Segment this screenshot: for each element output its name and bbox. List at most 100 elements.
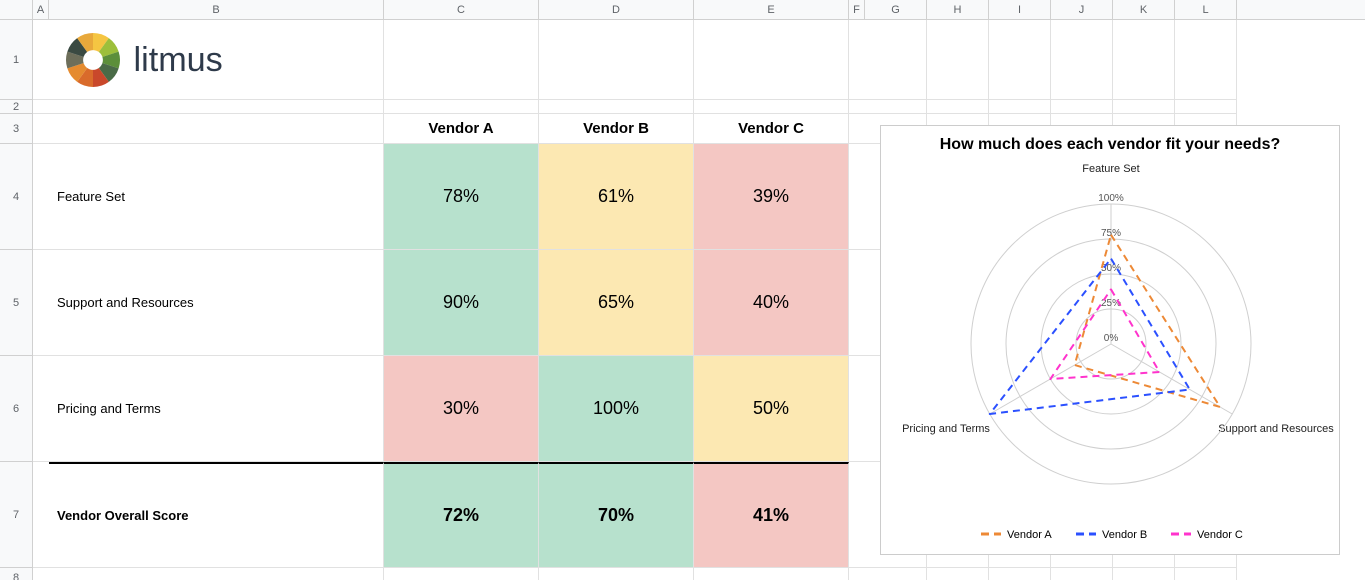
cell-l2[interactable]	[1175, 100, 1237, 114]
overall-a[interactable]: 72%	[384, 462, 539, 568]
feature-set-a[interactable]: 78%	[384, 144, 539, 250]
col-header-e[interactable]: E	[694, 0, 849, 19]
support-a[interactable]: 90%	[384, 250, 539, 356]
pricing-c[interactable]: 50%	[694, 356, 849, 462]
legend-c: Vendor C	[1197, 529, 1243, 541]
col-header-c[interactable]: C	[384, 0, 539, 19]
legend-a: Vendor A	[1007, 529, 1052, 541]
cell-b1-logo[interactable]: litmus	[49, 20, 384, 100]
overall-c[interactable]: 41%	[694, 462, 849, 568]
cell-a4[interactable]	[33, 144, 50, 250]
cell-h2[interactable]	[927, 100, 989, 114]
axis-left-label: Pricing and Terms	[902, 423, 990, 435]
cell-b3[interactable]	[49, 114, 384, 144]
cell-b2[interactable]	[49, 100, 384, 114]
cell-k2[interactable]	[1113, 100, 1175, 114]
cell-k1[interactable]	[1113, 20, 1175, 100]
row-headers: 1 2 3 4 5 6 7 8	[0, 20, 33, 580]
svg-text:0%: 0%	[1104, 333, 1119, 344]
svg-text:100%: 100%	[1098, 193, 1124, 204]
support-b[interactable]: 65%	[539, 250, 694, 356]
cell-i8[interactable]	[989, 568, 1051, 580]
logo-text: litmus	[134, 40, 223, 78]
cell-c8[interactable]	[384, 568, 539, 580]
cell-a7[interactable]	[33, 462, 50, 568]
cell-c2[interactable]	[384, 100, 539, 114]
overall-b[interactable]: 70%	[539, 462, 694, 568]
col-header-h[interactable]: H	[927, 0, 989, 19]
cell-l1[interactable]	[1175, 20, 1237, 100]
row-header-1[interactable]: 1	[0, 20, 32, 100]
radar-chart[interactable]: How much does each vendor fit your needs…	[880, 125, 1340, 555]
col-header-b[interactable]: B	[49, 0, 384, 19]
col-header-k[interactable]: K	[1113, 0, 1175, 19]
col-header-f[interactable]: F	[849, 0, 865, 19]
cell-a5[interactable]	[33, 250, 50, 356]
cell-j1[interactable]	[1051, 20, 1113, 100]
row-header-4[interactable]: 4	[0, 144, 32, 250]
corner-cell[interactable]	[0, 0, 33, 19]
cell-e2[interactable]	[694, 100, 849, 114]
header-vendor-a[interactable]: Vendor A	[384, 114, 539, 144]
row-header-5[interactable]: 5	[0, 250, 32, 356]
cell-j8[interactable]	[1051, 568, 1113, 580]
cell-a6[interactable]	[33, 356, 50, 462]
cell-a1[interactable]	[33, 20, 50, 100]
col-header-l[interactable]: L	[1175, 0, 1237, 19]
cell-k8[interactable]	[1113, 568, 1175, 580]
cell-i1[interactable]	[989, 20, 1051, 100]
support-c[interactable]: 40%	[694, 250, 849, 356]
label-overall[interactable]: Vendor Overall Score	[49, 462, 384, 568]
cell-f2[interactable]	[849, 100, 866, 114]
cell-f3[interactable]	[849, 114, 866, 144]
cell-a2[interactable]	[33, 100, 50, 114]
cell-e8[interactable]	[694, 568, 849, 580]
row-header-2[interactable]: 2	[0, 100, 32, 114]
pricing-b[interactable]: 100%	[539, 356, 694, 462]
row-header-3[interactable]: 3	[0, 114, 32, 144]
header-vendor-b[interactable]: Vendor B	[539, 114, 694, 144]
col-header-g[interactable]: G	[865, 0, 927, 19]
pricing-a[interactable]: 30%	[384, 356, 539, 462]
label-support[interactable]: Support and Resources	[49, 250, 384, 356]
svg-text:75%: 75%	[1101, 228, 1121, 239]
row-header-6[interactable]: 6	[0, 356, 32, 462]
label-pricing[interactable]: Pricing and Terms	[49, 356, 384, 462]
feature-set-b[interactable]: 61%	[539, 144, 694, 250]
spreadsheet: A B C D E F G H I J K L 1 2 3 4 5 6 7 8	[0, 0, 1365, 580]
cell-h1[interactable]	[927, 20, 989, 100]
cell-f8[interactable]	[849, 568, 866, 580]
cell-b8[interactable]	[49, 568, 384, 580]
label-feature-set[interactable]: Feature Set	[49, 144, 384, 250]
cell-g1[interactable]	[865, 20, 927, 100]
row-header-8[interactable]: 8	[0, 568, 32, 580]
cell-g2[interactable]	[865, 100, 927, 114]
cell-d2[interactable]	[539, 100, 694, 114]
cell-f7[interactable]	[849, 462, 866, 568]
cell-f1[interactable]	[849, 20, 866, 100]
col-header-j[interactable]: J	[1051, 0, 1113, 19]
cell-a8[interactable]	[33, 568, 50, 580]
col-header-i[interactable]: I	[989, 0, 1051, 19]
litmus-logo-icon: litmus	[57, 24, 291, 96]
cell-f6[interactable]	[849, 356, 866, 462]
cell-f5[interactable]	[849, 250, 866, 356]
cell-d8[interactable]	[539, 568, 694, 580]
col-header-a[interactable]: A	[33, 0, 49, 19]
col-header-d[interactable]: D	[539, 0, 694, 19]
cell-i2[interactable]	[989, 100, 1051, 114]
cell-f4[interactable]	[849, 144, 866, 250]
row-header-7[interactable]: 7	[0, 462, 32, 568]
cell-c1[interactable]	[384, 20, 539, 100]
cell-j2[interactable]	[1051, 100, 1113, 114]
column-headers: A B C D E F G H I J K L	[0, 0, 1365, 20]
cell-e1[interactable]	[694, 20, 849, 100]
cell-a3[interactable]	[33, 114, 50, 144]
cell-d1[interactable]	[539, 20, 694, 100]
cell-l8[interactable]	[1175, 568, 1237, 580]
feature-set-c[interactable]: 39%	[694, 144, 849, 250]
cell-h8[interactable]	[927, 568, 989, 580]
radar-svg: Feature Set Support and Resources Pricin…	[881, 154, 1341, 554]
header-vendor-c[interactable]: Vendor C	[694, 114, 849, 144]
cell-g8[interactable]	[865, 568, 927, 580]
